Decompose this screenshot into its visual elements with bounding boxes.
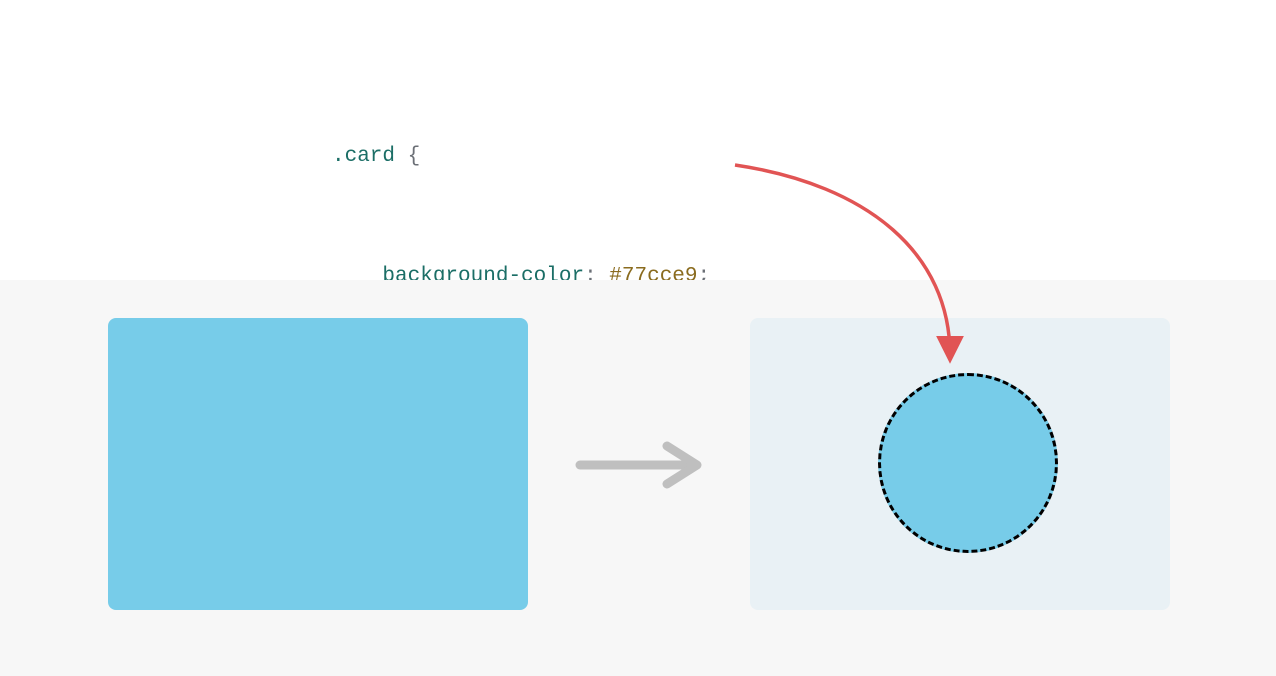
open-brace: { <box>395 145 420 168</box>
card-before <box>108 318 528 610</box>
arrow-right-icon <box>575 440 710 490</box>
selector-text: .card <box>332 145 395 168</box>
code-line-1: .card { <box>332 137 844 177</box>
clipped-circle <box>878 373 1058 553</box>
